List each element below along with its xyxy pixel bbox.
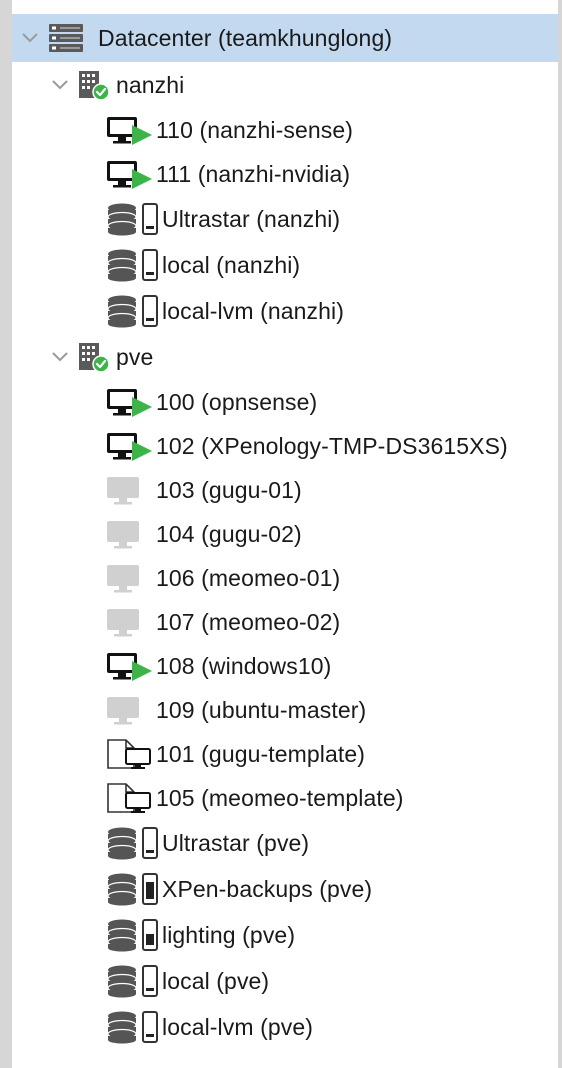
vm-running-icon xyxy=(106,651,154,681)
vm-stopped-icon xyxy=(106,695,154,725)
datacenter-server-icon xyxy=(48,23,84,53)
vm-label: 104 (gugu-02) xyxy=(156,520,302,547)
vm-stopped-icon xyxy=(106,475,154,505)
tree-row-storage[interactable]: XPen-backups (pve) xyxy=(12,866,558,912)
tree-row-vm[interactable]: 106 (meomeo-01) xyxy=(12,556,558,600)
node-online-icon xyxy=(76,341,110,373)
storage-icon xyxy=(106,918,160,952)
tree-row-node-nanzhi[interactable]: nanzhi xyxy=(12,62,558,108)
vm-label: 103 (gugu-01) xyxy=(156,476,302,503)
storage-icon xyxy=(106,964,160,998)
vm-running-icon xyxy=(106,387,154,417)
vm-label: 110 (nanzhi-sense) xyxy=(156,116,353,143)
vm-stopped-icon xyxy=(106,563,154,593)
storage-label: local (nanzhi) xyxy=(162,251,301,278)
vm-label: 108 (windows10) xyxy=(156,652,332,679)
vm-label: 106 (meomeo-01) xyxy=(156,564,341,591)
tree-row-storage[interactable]: lighting (pve) xyxy=(12,912,558,958)
storage-label: local-lvm (pve) xyxy=(162,1013,314,1040)
storage-icon xyxy=(106,826,160,860)
tree-row-vm[interactable]: 107 (meomeo-02) xyxy=(12,600,558,644)
tree-row-template[interactable]: 105 (meomeo-template) xyxy=(12,776,558,820)
tree-row-template[interactable]: 101 (gugu-template) xyxy=(12,732,558,776)
template-label: 105 (meomeo-template) xyxy=(156,784,404,811)
template-icon xyxy=(106,738,154,770)
left-frame xyxy=(0,0,12,1068)
tree-row-vm[interactable]: 109 (ubuntu-master) xyxy=(12,688,558,732)
resource-tree: Datacenter (teamkhunglong) nanzhi 110 (n… xyxy=(12,14,558,1050)
tree-row-vm[interactable]: 102 (XPenology-TMP-DS3615XS) xyxy=(12,424,558,468)
node-online-icon xyxy=(76,69,110,101)
vm-running-icon xyxy=(106,159,154,189)
tree-row-vm[interactable]: 111 (nanzhi-nvidia) xyxy=(12,152,558,196)
vm-label: 100 (opnsense) xyxy=(156,388,318,415)
vm-label: 111 (nanzhi-nvidia) xyxy=(156,160,351,187)
tree-row-vm[interactable]: 103 (gugu-01) xyxy=(12,468,558,512)
tree-row-vm[interactable]: 100 (opnsense) xyxy=(12,380,558,424)
vm-stopped-icon xyxy=(106,519,154,549)
node-label: pve xyxy=(116,343,154,370)
tree-row-vm[interactable]: 108 (windows10) xyxy=(12,644,558,688)
storage-label: lighting (pve) xyxy=(162,921,296,948)
storage-label: local (pve) xyxy=(162,967,270,994)
node-label: nanzhi xyxy=(116,71,185,98)
vm-stopped-icon xyxy=(106,607,154,637)
chevron-down-icon[interactable] xyxy=(18,26,42,50)
storage-label: local-lvm (nanzhi) xyxy=(162,297,345,324)
storage-icon xyxy=(106,248,160,282)
storage-label: XPen-backups (pve) xyxy=(162,875,373,902)
vm-label: 109 (ubuntu-master) xyxy=(156,696,367,723)
storage-icon xyxy=(106,1010,160,1044)
template-label: 101 (gugu-template) xyxy=(156,740,366,767)
datacenter-label: Datacenter (teamkhunglong) xyxy=(98,24,393,51)
template-icon xyxy=(106,782,154,814)
vm-label: 107 (meomeo-02) xyxy=(156,608,341,635)
tree-row-storage[interactable]: Ultrastar (nanzhi) xyxy=(12,196,558,242)
tree-row-storage[interactable]: local-lvm (nanzhi) xyxy=(12,288,558,334)
tree-row-vm[interactable]: 104 (gugu-02) xyxy=(12,512,558,556)
storage-label: Ultrastar (nanzhi) xyxy=(162,205,341,232)
vm-label: 102 (XPenology-TMP-DS3615XS) xyxy=(156,432,508,459)
tree-row-datacenter[interactable]: Datacenter (teamkhunglong) xyxy=(12,14,558,62)
tree-row-storage[interactable]: local (pve) xyxy=(12,958,558,1004)
tree-row-vm[interactable]: 110 (nanzhi-sense) xyxy=(12,108,558,152)
storage-icon xyxy=(106,202,160,236)
right-frame xyxy=(558,0,562,1068)
storage-icon xyxy=(106,872,160,906)
tree-row-node-pve[interactable]: pve xyxy=(12,334,558,380)
tree-row-storage[interactable]: Ultrastar (pve) xyxy=(12,820,558,866)
chevron-down-icon[interactable] xyxy=(48,345,72,369)
vm-running-icon xyxy=(106,115,154,145)
chevron-down-icon[interactable] xyxy=(48,73,72,97)
tree-row-storage[interactable]: local (nanzhi) xyxy=(12,242,558,288)
tree-row-storage[interactable]: local-lvm (pve) xyxy=(12,1004,558,1050)
vm-running-icon xyxy=(106,431,154,461)
storage-icon xyxy=(106,294,160,328)
storage-label: Ultrastar (pve) xyxy=(162,829,310,856)
